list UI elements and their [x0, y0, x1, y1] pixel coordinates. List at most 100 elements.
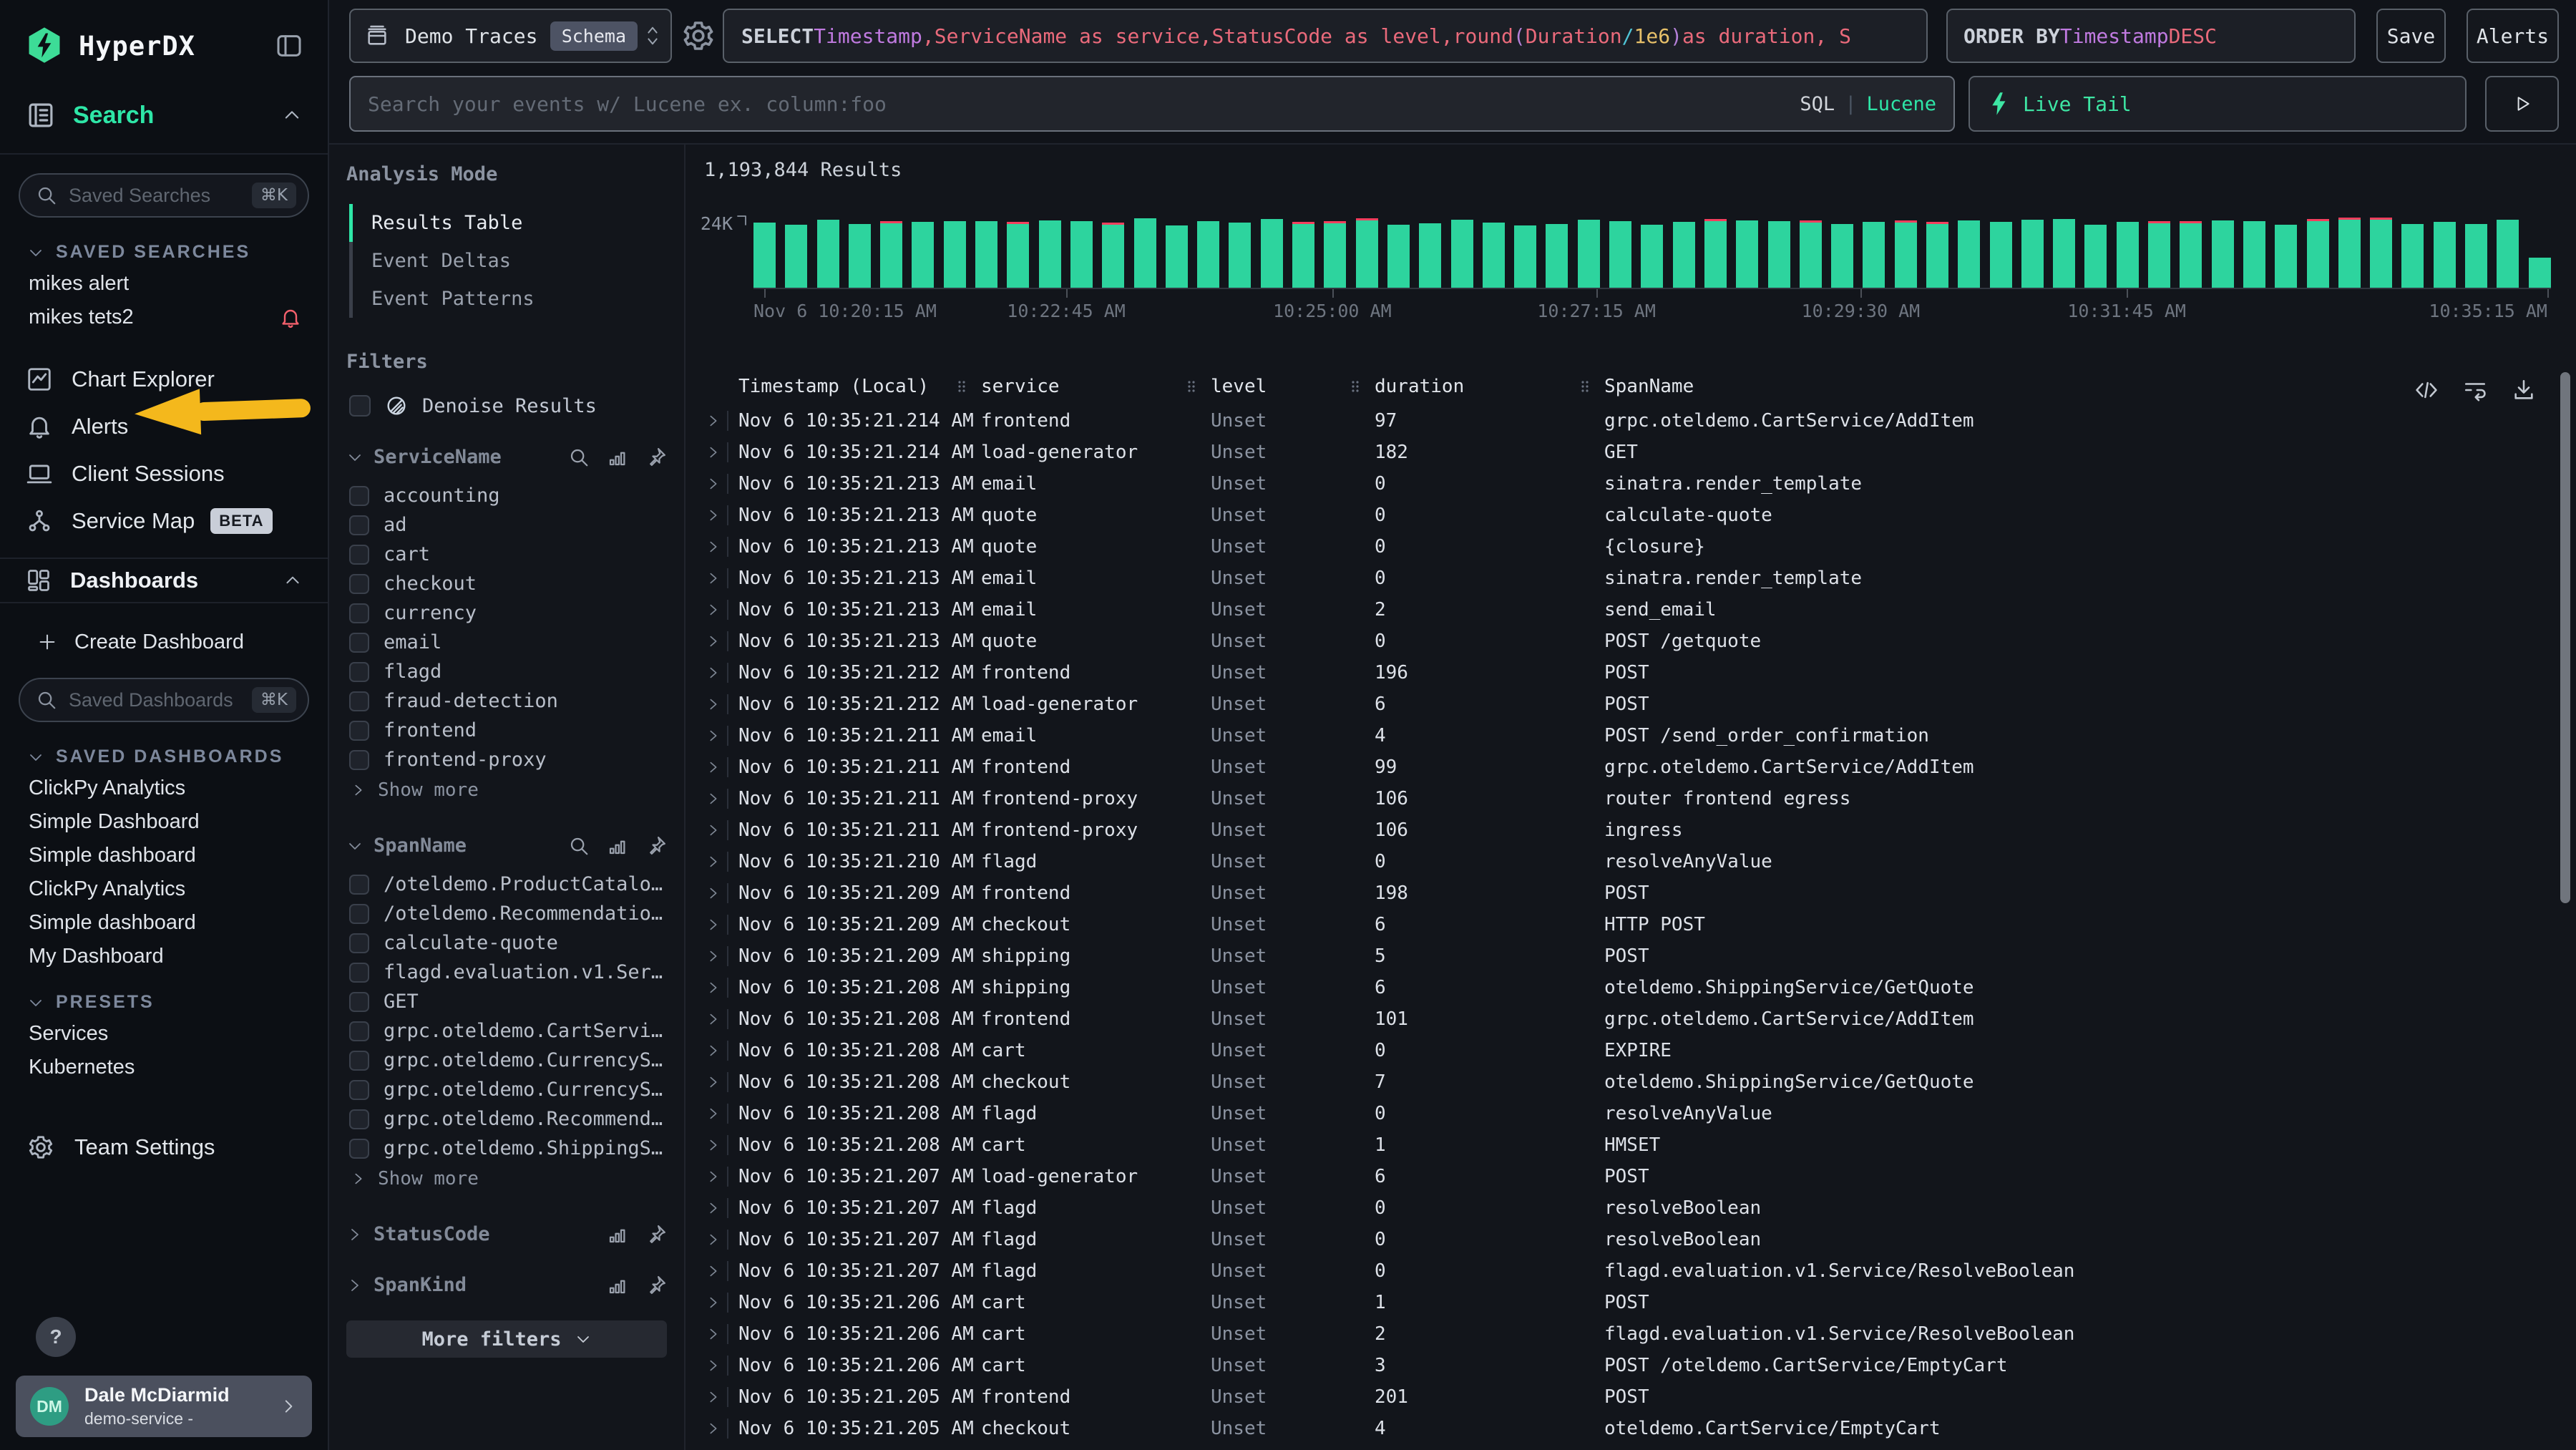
filter-option[interactable]: /oteldemo.Recommendatio… [349, 899, 667, 928]
sidebar-item-client-sessions[interactable]: Client Sessions [19, 450, 309, 497]
filter-checkbox[interactable] [349, 603, 369, 623]
analysis-mode-results-table[interactable]: Results Table [349, 204, 667, 242]
filter-option[interactable]: grpc.oteldemo.CartServi… [349, 1016, 667, 1046]
filter-checkbox[interactable] [349, 1139, 369, 1159]
collapse-sidebar-icon[interactable] [275, 31, 303, 60]
show-more-button[interactable]: Show more [351, 1163, 667, 1194]
table-row[interactable]: Nov 6 10:35:21.207 AMflagdUnset0flagd.ev… [704, 1255, 2576, 1287]
saved-dashboard-item[interactable]: Simple dashboard [19, 906, 309, 940]
filter-option[interactable]: cart [349, 540, 667, 569]
expand-row-icon[interactable] [704, 814, 738, 846]
filter-checkbox[interactable] [349, 1109, 369, 1129]
table-row[interactable]: Nov 6 10:35:21.208 AMflagdUnset0resolveA… [704, 1098, 2576, 1129]
event-search-bar[interactable]: SQL | Lucene [349, 76, 1955, 132]
column-drag-handle-icon[interactable] [957, 379, 967, 394]
table-row[interactable]: Nov 6 10:35:21.208 AMfrontendUnset101grp… [704, 1003, 2576, 1035]
events-histogram[interactable] [753, 218, 2551, 288]
saved-search-item[interactable]: mikes alert [19, 267, 309, 301]
expand-row-icon[interactable] [704, 1161, 738, 1192]
filter-group-header[interactable]: SpanName [346, 835, 667, 857]
expand-row-icon[interactable] [704, 500, 738, 531]
lang-lucene-toggle[interactable]: Lucene [1866, 93, 1936, 115]
help-button[interactable]: ? [36, 1317, 76, 1357]
filter-checkbox[interactable] [349, 691, 369, 711]
column-header-spanname[interactable]: SpanName [1604, 376, 2576, 397]
expand-row-icon[interactable] [704, 405, 738, 437]
saved-searches-search[interactable]: ⌘K [19, 173, 309, 218]
table-row[interactable]: Nov 6 10:35:21.214 AMfrontendUnset97grpc… [704, 405, 2576, 437]
bar-chart-icon[interactable] [607, 1224, 628, 1245]
expand-row-icon[interactable] [704, 1129, 738, 1161]
table-row[interactable]: Nov 6 10:35:21.213 AMquoteUnset0{closure… [704, 531, 2576, 563]
table-row[interactable]: Nov 6 10:35:21.208 AMcartUnset1HMSET [704, 1129, 2576, 1161]
saved-dashboard-item[interactable]: Simple dashboard [19, 839, 309, 872]
filter-checkbox[interactable] [349, 963, 369, 983]
schema-badge[interactable]: Schema [550, 21, 638, 51]
column-header-service[interactable]: service [981, 376, 1211, 397]
table-row[interactable]: Nov 6 10:35:21.205 AMfrontendUnset201POS… [704, 1381, 2576, 1413]
filter-option[interactable]: GET [349, 987, 667, 1016]
filter-checkbox[interactable] [349, 875, 369, 895]
bar-chart-icon[interactable] [607, 1275, 628, 1296]
expand-row-icon[interactable] [704, 594, 738, 626]
column-drag-handle-icon[interactable] [1350, 379, 1360, 394]
saved-dashboard-item[interactable]: ClickPy Analytics [19, 872, 309, 906]
column-drag-handle-icon[interactable] [1186, 379, 1196, 394]
saved-searches-input[interactable] [69, 185, 252, 207]
run-query-button[interactable] [2485, 76, 2559, 132]
expand-row-icon[interactable] [704, 468, 738, 500]
save-button[interactable]: Save [2376, 9, 2446, 63]
expand-row-icon[interactable] [704, 1255, 738, 1287]
filter-group-header[interactable]: SpanKind [346, 1274, 667, 1296]
show-more-button[interactable]: Show more [351, 774, 667, 806]
saved-dashboard-item[interactable]: Simple Dashboard [19, 805, 309, 839]
live-tail-button[interactable]: Live Tail [1968, 76, 2467, 132]
vertical-scrollbar-thumb[interactable] [2560, 372, 2570, 903]
table-row[interactable]: Nov 6 10:35:21.209 AMcheckoutUnset6HTTP … [704, 909, 2576, 940]
source-select[interactable]: Demo Traces Schema [349, 9, 672, 63]
expand-row-icon[interactable] [704, 1381, 738, 1413]
denoise-results-toggle[interactable]: Denoise Results [349, 394, 667, 417]
expand-row-icon[interactable] [704, 688, 738, 720]
expand-row-icon[interactable] [704, 1098, 738, 1129]
lang-sql-toggle[interactable]: SQL [1800, 93, 1835, 115]
filter-checkbox[interactable] [349, 992, 369, 1012]
filter-checkbox[interactable] [349, 1021, 369, 1041]
expand-row-icon[interactable] [704, 1318, 738, 1350]
user-menu[interactable]: DM Dale McDiarmid demo-service - [16, 1376, 312, 1437]
chevron-up-icon[interactable] [283, 571, 302, 590]
table-row[interactable]: Nov 6 10:35:21.206 AMcartUnset3POST /ote… [704, 1350, 2576, 1381]
expand-row-icon[interactable] [704, 1066, 738, 1098]
table-row[interactable]: Nov 6 10:35:21.213 AMquoteUnset0calculat… [704, 500, 2576, 531]
table-row[interactable]: Nov 6 10:35:21.211 AMfrontend-proxyUnset… [704, 814, 2576, 846]
expand-row-icon[interactable] [704, 720, 738, 751]
bar-chart-icon[interactable] [607, 447, 628, 468]
table-row[interactable]: Nov 6 10:35:21.209 AMshippingUnset5POST [704, 940, 2576, 972]
alerts-button[interactable]: Alerts [2467, 9, 2559, 63]
table-row[interactable]: Nov 6 10:35:21.213 AMemailUnset0sinatra.… [704, 468, 2576, 500]
table-row[interactable]: Nov 6 10:35:21.208 AMcartUnset0EXPIRE [704, 1035, 2576, 1066]
expand-row-icon[interactable] [704, 1413, 738, 1444]
query-settings-gear-icon[interactable] [681, 19, 716, 53]
table-row[interactable]: Nov 6 10:35:21.208 AMshippingUnset6oteld… [704, 972, 2576, 1003]
event-search-input[interactable] [368, 92, 1787, 116]
presets-header[interactable]: PRESETS [27, 992, 309, 1013]
table-row[interactable]: Nov 6 10:35:21.211 AMfrontend-proxyUnset… [704, 783, 2576, 814]
filter-checkbox[interactable] [349, 904, 369, 924]
filter-option[interactable]: email [349, 628, 667, 657]
saved-dashboards-search[interactable]: ⌘K [19, 678, 309, 722]
create-dashboard-button[interactable]: Create Dashboard [19, 622, 309, 662]
filter-checkbox[interactable] [349, 662, 369, 682]
column-drag-handle-icon[interactable] [1580, 379, 1590, 394]
pin-icon[interactable] [645, 1275, 667, 1296]
expand-row-icon[interactable] [704, 531, 738, 563]
expand-row-icon[interactable] [704, 940, 738, 972]
filter-option[interactable]: fraud-detection [349, 686, 667, 716]
table-row[interactable]: Nov 6 10:35:21.213 AMquoteUnset0POST /ge… [704, 626, 2576, 657]
filter-checkbox[interactable] [349, 515, 369, 535]
filter-option[interactable]: grpc.oteldemo.ShippingS… [349, 1134, 667, 1163]
filter-checkbox[interactable] [349, 933, 369, 953]
saved-dashboard-item[interactable]: My Dashboard [19, 940, 309, 973]
saved-search-item[interactable]: mikes tets2 [19, 301, 309, 334]
table-row[interactable]: Nov 6 10:35:21.209 AMfrontendUnset198POS… [704, 877, 2576, 909]
